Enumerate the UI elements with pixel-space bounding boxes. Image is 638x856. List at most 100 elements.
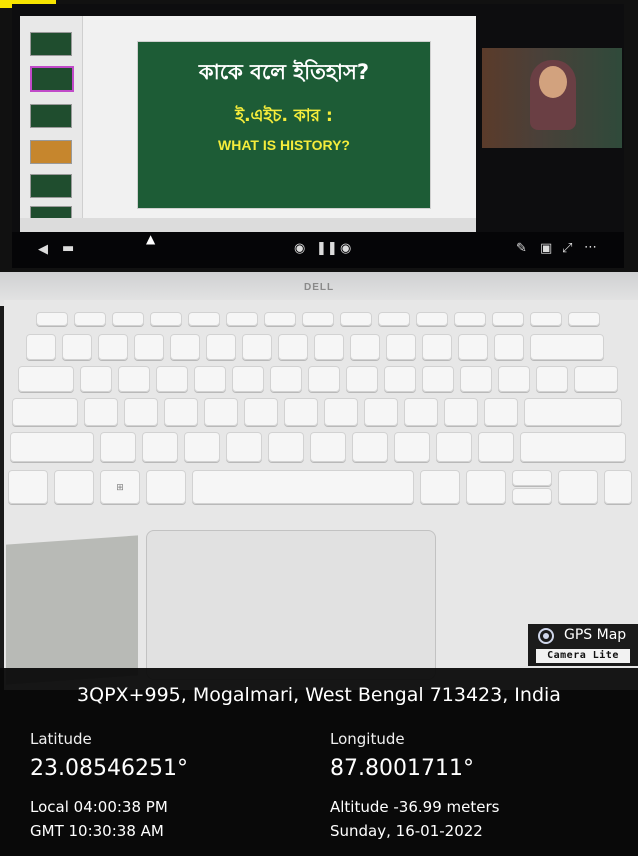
presentation-status-bar [20,218,476,232]
key[interactable] [340,312,372,326]
more-options-icon[interactable]: ⋯ [584,240,597,255]
key[interactable] [74,312,106,326]
key[interactable] [118,366,150,392]
alt-key[interactable] [146,470,186,504]
key[interactable] [308,366,340,392]
backspace-key[interactable] [530,334,604,360]
key[interactable] [124,398,158,426]
slide-thumbnail-strip[interactable] [20,16,83,232]
key[interactable] [574,366,618,392]
key[interactable] [568,312,600,326]
key[interactable] [36,312,68,326]
arrow-right-key[interactable] [604,470,632,504]
reaction-icon[interactable]: ◉ [340,241,351,256]
slide-thumbnail[interactable] [30,140,72,164]
key[interactable] [458,334,488,360]
key[interactable] [226,312,258,326]
key[interactable] [84,398,118,426]
right-shift-key[interactable] [520,432,626,462]
key[interactable] [226,432,262,462]
key[interactable] [314,334,344,360]
hand-icon[interactable]: ◉ [294,241,305,256]
slide-thumbnail[interactable] [30,32,72,56]
key[interactable] [416,312,448,326]
spacebar-key[interactable] [192,470,414,504]
key[interactable] [444,398,478,426]
trackpad[interactable] [146,530,436,680]
key[interactable] [310,432,346,462]
key[interactable] [478,432,514,462]
key[interactable] [404,398,438,426]
key[interactable] [350,334,380,360]
slide-thumbnail[interactable] [30,104,72,128]
key[interactable] [284,398,318,426]
participant-video-tile[interactable] [482,48,622,148]
key[interactable] [62,334,92,360]
fn-key[interactable] [54,470,94,504]
key[interactable] [134,334,164,360]
key[interactable] [364,398,398,426]
key[interactable] [142,432,178,462]
pen-icon[interactable]: ✎ [516,241,527,256]
caps-lock-key[interactable] [12,398,78,426]
key[interactable] [242,334,272,360]
ctrl-right-key[interactable] [466,470,506,504]
key[interactable] [394,432,430,462]
key[interactable] [164,398,198,426]
key[interactable] [352,432,388,462]
key[interactable] [422,366,454,392]
ctrl-key[interactable] [8,470,48,504]
key[interactable] [460,366,492,392]
key[interactable] [498,366,530,392]
pause-icon[interactable]: ❚❚ [316,241,338,256]
key[interactable] [100,432,136,462]
key[interactable] [170,334,200,360]
key[interactable] [536,366,568,392]
key[interactable] [484,398,518,426]
key[interactable] [80,366,112,392]
key[interactable] [112,312,144,326]
key[interactable] [204,398,238,426]
arrow-left-key[interactable] [558,470,598,504]
key[interactable] [436,432,472,462]
key[interactable] [346,366,378,392]
windows-key[interactable]: ⊞ [100,470,140,504]
key[interactable] [188,312,220,326]
slide-thumbnail-selected[interactable] [30,66,74,92]
mic-icon[interactable]: ◀ [38,242,48,257]
screen-icon[interactable]: ▬ [62,241,74,256]
enter-key[interactable] [524,398,622,426]
shift-key[interactable] [10,432,94,462]
slide-thumbnail[interactable] [30,174,72,198]
arrow-up-key[interactable] [512,470,552,486]
tab-key[interactable] [18,366,74,392]
key[interactable] [156,366,188,392]
key[interactable] [324,398,358,426]
alt-gr-key[interactable] [420,470,460,504]
key[interactable] [278,334,308,360]
key[interactable] [26,334,56,360]
key[interactable] [232,366,264,392]
key[interactable] [378,312,410,326]
key[interactable] [270,366,302,392]
key[interactable] [492,312,524,326]
arrow-down-key[interactable] [512,488,552,504]
key[interactable] [384,366,416,392]
key[interactable] [454,312,486,326]
current-slide: কাকে বলে ইতিহাস? ই.এইচ. কার : WHAT IS HI… [138,42,430,208]
key[interactable] [494,334,524,360]
key[interactable] [268,432,304,462]
layout-icon[interactable]: ▣ [540,241,552,256]
key[interactable] [386,334,416,360]
key[interactable] [98,334,128,360]
key[interactable] [244,398,278,426]
key[interactable] [194,366,226,392]
key[interactable] [422,334,452,360]
key[interactable] [302,312,334,326]
key[interactable] [184,432,220,462]
key[interactable] [264,312,296,326]
key[interactable] [206,334,236,360]
key[interactable] [150,312,182,326]
expand-icon[interactable]: ⤢ [562,241,572,256]
key[interactable] [530,312,562,326]
